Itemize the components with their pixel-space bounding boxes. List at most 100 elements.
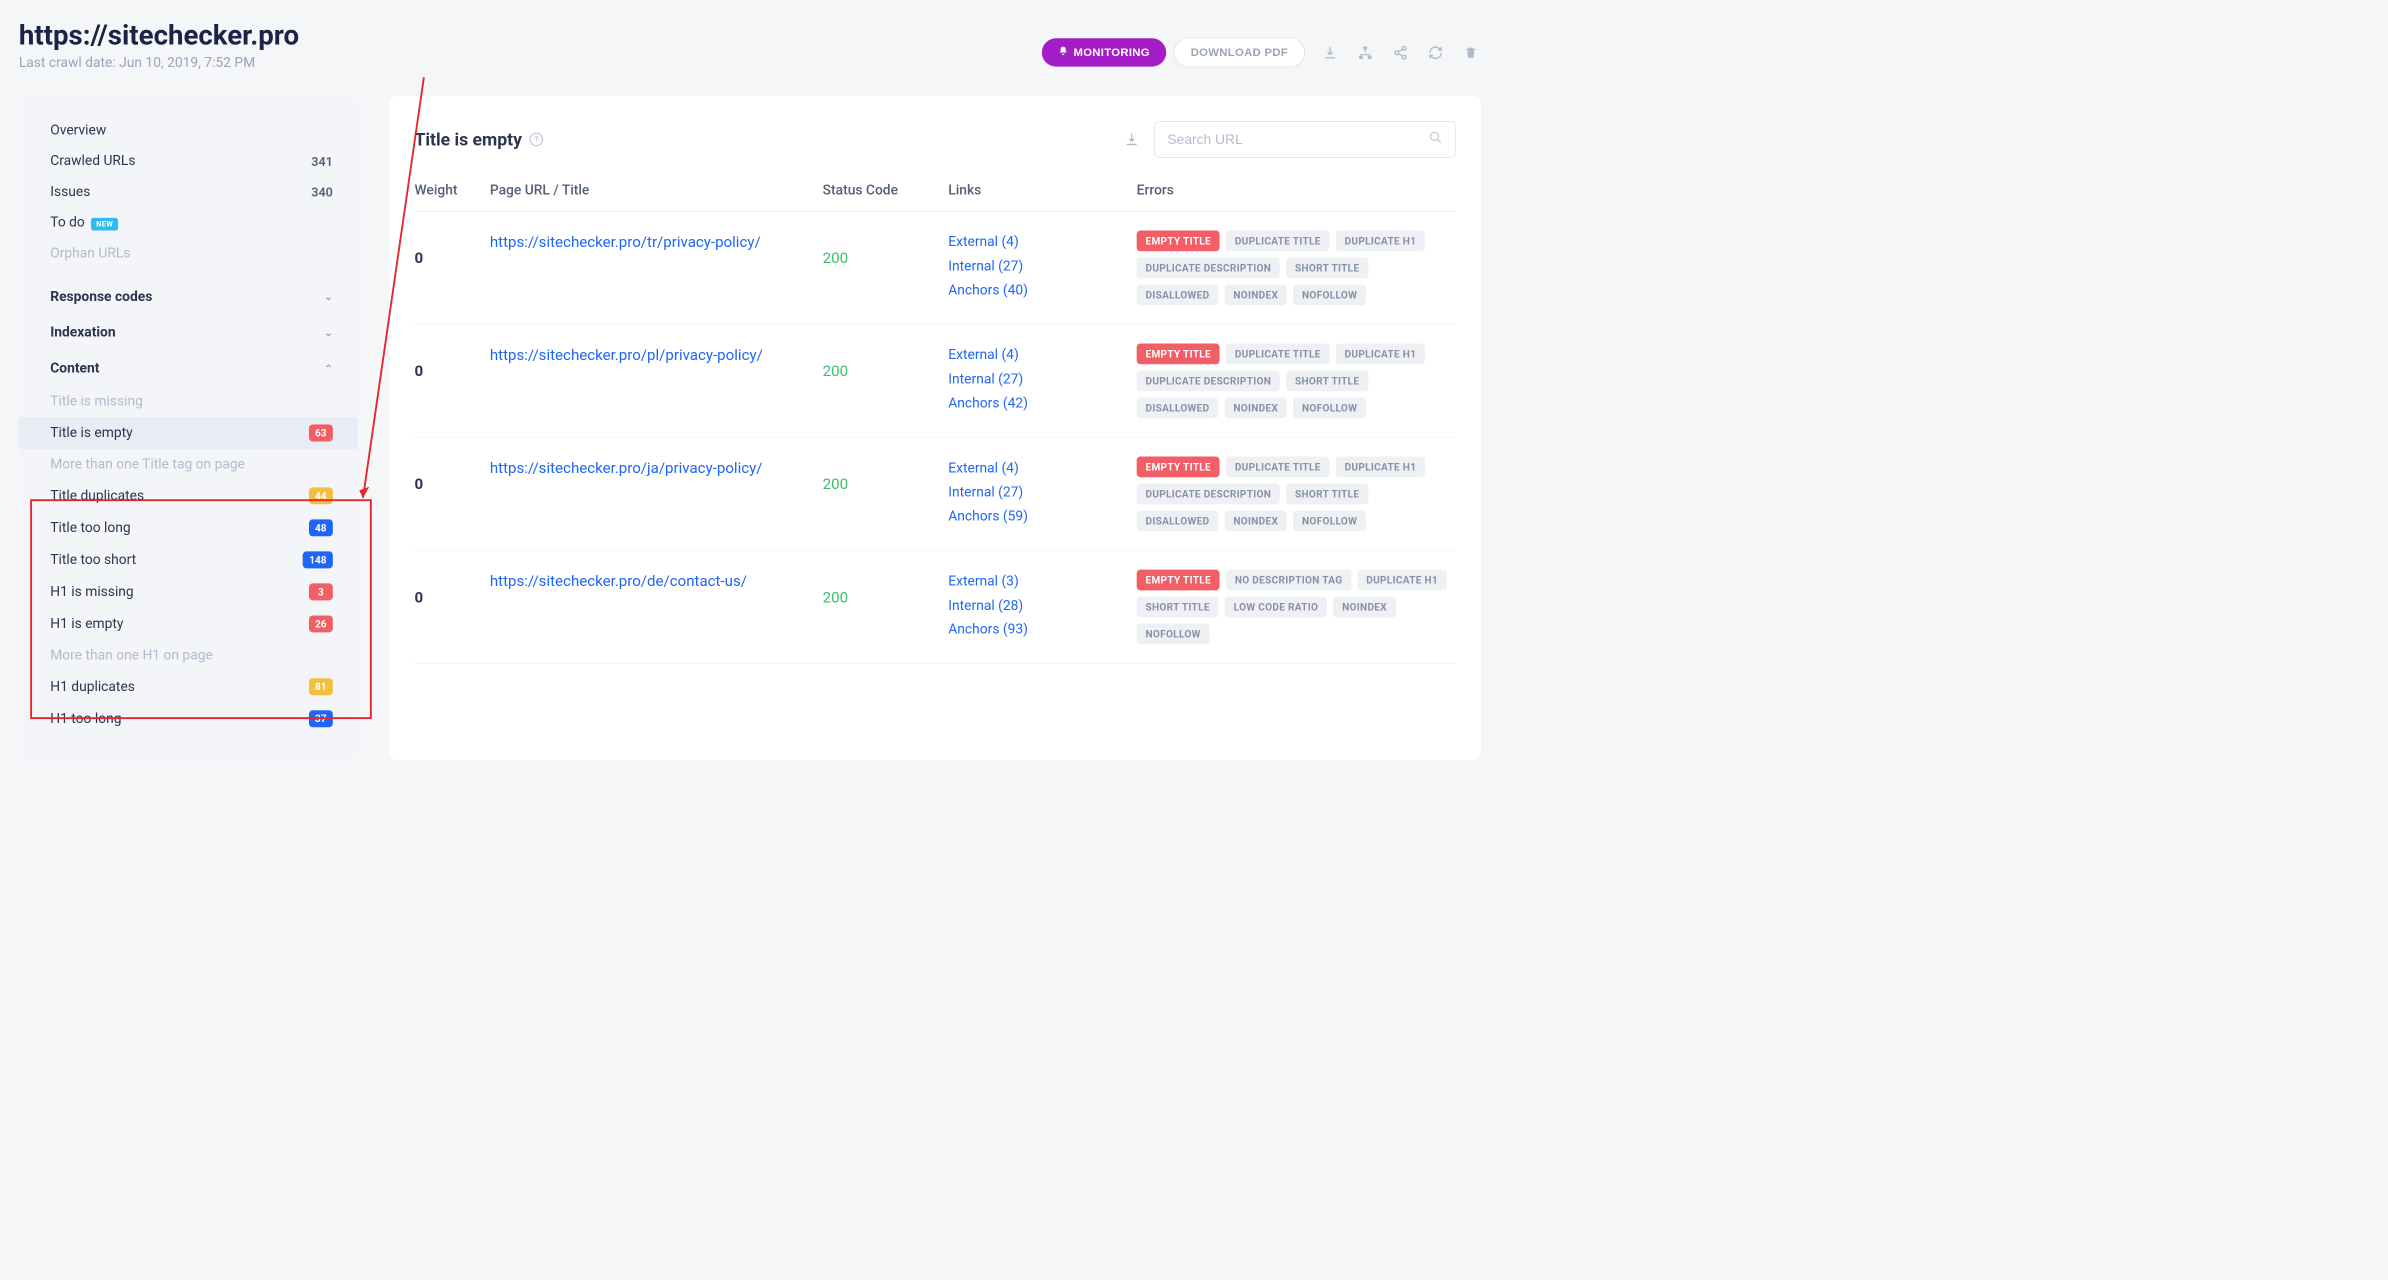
- link-stat[interactable]: Internal (28): [948, 594, 1136, 618]
- col-url: Page URL / Title: [490, 183, 823, 199]
- page-url-link[interactable]: https://sitechecker.pro/tr/privacy-polic…: [490, 230, 761, 253]
- sidebar-content-item[interactable]: Title is empty63: [19, 417, 358, 449]
- page-url-link[interactable]: https://sitechecker.pro/pl/privacy-polic…: [490, 344, 763, 367]
- error-tag[interactable]: DUPLICATE TITLE: [1226, 457, 1329, 478]
- group-label: Indexation: [50, 325, 115, 341]
- sidebar-issues[interactable]: Issues340: [19, 176, 358, 207]
- trash-icon[interactable]: [1461, 42, 1481, 62]
- link-stat[interactable]: Internal (27): [948, 481, 1136, 505]
- page-url-link[interactable]: https://sitechecker.pro/ja/privacy-polic…: [490, 457, 763, 480]
- error-tag[interactable]: DUPLICATE DESCRIPTION: [1137, 484, 1280, 505]
- share-icon[interactable]: [1390, 42, 1410, 62]
- weight-value: 0: [414, 249, 489, 267]
- count-badge: 26: [309, 615, 333, 632]
- download-pdf-button[interactable]: DOWNLOAD PDF: [1174, 38, 1305, 68]
- help-icon[interactable]: ?: [530, 133, 544, 147]
- sidebar-content-item[interactable]: More than one H1 on page: [19, 640, 358, 671]
- col-links: Links: [948, 183, 1136, 199]
- sidebar-content-item[interactable]: Title too long 48: [19, 512, 358, 544]
- error-tag[interactable]: NOFOLLOW: [1293, 511, 1366, 532]
- error-tag[interactable]: DISALLOWED: [1137, 284, 1219, 305]
- export-icon[interactable]: [1122, 129, 1142, 149]
- download-icon[interactable]: [1320, 42, 1340, 62]
- error-tag[interactable]: NOFOLLOW: [1293, 398, 1366, 419]
- sidebar-todo[interactable]: To doNEW: [19, 207, 358, 238]
- sidebar-group-indexation[interactable]: Indexation⌄: [19, 315, 358, 351]
- error-tag[interactable]: EMPTY TITLE: [1137, 570, 1220, 591]
- error-tag[interactable]: DUPLICATE H1: [1357, 570, 1446, 591]
- sidebar-group-response-codes[interactable]: Response codes⌄: [19, 279, 358, 315]
- sidebar-content-item[interactable]: More than one Title tag on page: [19, 449, 358, 480]
- error-tag[interactable]: DUPLICATE TITLE: [1226, 344, 1329, 365]
- sidebar-content-item[interactable]: H1 is missing3: [19, 576, 358, 608]
- link-stat[interactable]: Internal (27): [948, 255, 1136, 279]
- search-input[interactable]: [1167, 131, 1428, 147]
- error-tag[interactable]: DUPLICATE H1: [1336, 344, 1425, 365]
- sidebar-content-item[interactable]: Title is missing: [19, 386, 358, 417]
- page-title: https://sitechecker.pro: [19, 19, 299, 52]
- error-tag[interactable]: EMPTY TITLE: [1137, 457, 1220, 478]
- sidebar-item-label: Title is missing: [50, 394, 143, 410]
- refresh-icon[interactable]: [1426, 42, 1446, 62]
- error-tag[interactable]: DUPLICATE H1: [1336, 230, 1425, 251]
- sidebar-item-label: H1 duplicates: [50, 679, 135, 695]
- count-badge: 148: [303, 551, 333, 568]
- link-stat[interactable]: Anchors (40): [948, 279, 1136, 303]
- link-stat[interactable]: External (3): [948, 570, 1136, 594]
- sidebar-content-item[interactable]: Title duplicates44: [19, 480, 358, 512]
- sidebar-content-item[interactable]: H1 too long37: [19, 703, 358, 735]
- sidebar-crawled-urls[interactable]: Crawled URLs 341: [19, 146, 358, 177]
- count-badge: 37: [309, 710, 333, 727]
- status-code: 200: [823, 475, 949, 493]
- link-stat[interactable]: Anchors (42): [948, 392, 1136, 416]
- error-tag[interactable]: DUPLICATE DESCRIPTION: [1137, 371, 1280, 392]
- link-stat[interactable]: External (4): [948, 230, 1136, 254]
- sidebar-orphan-urls[interactable]: Orphan URLs: [19, 238, 358, 269]
- count-badge: 81: [309, 678, 333, 695]
- error-tag[interactable]: SHORT TITLE: [1286, 257, 1368, 278]
- error-tag[interactable]: SHORT TITLE: [1137, 597, 1219, 618]
- error-tag[interactable]: DUPLICATE DESCRIPTION: [1137, 257, 1280, 278]
- error-tag[interactable]: NOINDEX: [1333, 597, 1395, 618]
- error-tag[interactable]: NOINDEX: [1225, 511, 1287, 532]
- sidebar-content-item[interactable]: H1 is empty26: [19, 608, 358, 640]
- sitemap-icon[interactable]: [1355, 42, 1375, 62]
- link-stat[interactable]: Anchors (59): [948, 505, 1136, 529]
- sidebar-content-item[interactable]: H1 duplicates 81: [19, 671, 358, 703]
- link-stat[interactable]: External (4): [948, 457, 1136, 481]
- link-stat[interactable]: Internal (27): [948, 368, 1136, 392]
- new-badge: NEW: [91, 218, 118, 231]
- count-badge: 48: [309, 519, 333, 536]
- sidebar-content-item[interactable]: Title too short148: [19, 544, 358, 576]
- sidebar-overview[interactable]: Overview: [19, 115, 358, 146]
- error-tag[interactable]: DISALLOWED: [1137, 511, 1219, 532]
- sidebar-item-label: More than one H1 on page: [50, 647, 213, 663]
- error-tag[interactable]: NOFOLLOW: [1293, 284, 1366, 305]
- bell-icon: [1058, 46, 1068, 59]
- error-tag[interactable]: NOFOLLOW: [1137, 624, 1210, 645]
- table-header: Weight Page URL / Title Status Code Link…: [414, 183, 1455, 212]
- sidebar-item-label: Title duplicates: [50, 488, 144, 504]
- sidebar-count: 341: [311, 154, 333, 169]
- error-tag[interactable]: EMPTY TITLE: [1137, 230, 1220, 251]
- error-tag[interactable]: SHORT TITLE: [1286, 371, 1368, 392]
- error-tag[interactable]: NO DESCRIPTION TAG: [1226, 570, 1351, 591]
- sidebar-group-content[interactable]: Content⌃: [19, 350, 358, 386]
- error-tag[interactable]: LOW CODE RATIO: [1225, 597, 1327, 618]
- sidebar-label: Overview: [50, 122, 106, 138]
- error-tag[interactable]: NOINDEX: [1225, 398, 1287, 419]
- monitoring-button[interactable]: MONITORING: [1042, 38, 1166, 66]
- sidebar-item-label: Title too long: [50, 520, 130, 536]
- link-stat[interactable]: External (4): [948, 344, 1136, 368]
- error-tag[interactable]: EMPTY TITLE: [1137, 344, 1220, 365]
- error-tag[interactable]: DUPLICATE TITLE: [1226, 230, 1329, 251]
- page-url-link[interactable]: https://sitechecker.pro/de/contact-us/: [490, 570, 747, 593]
- search-box[interactable]: [1154, 121, 1455, 157]
- error-tag[interactable]: DISALLOWED: [1137, 398, 1219, 419]
- error-tag[interactable]: DUPLICATE H1: [1336, 457, 1425, 478]
- error-tag[interactable]: SHORT TITLE: [1286, 484, 1368, 505]
- link-stat[interactable]: Anchors (93): [948, 618, 1136, 642]
- sidebar-label: Issues: [50, 184, 90, 200]
- error-tag[interactable]: NOINDEX: [1225, 284, 1287, 305]
- sidebar-label: Crawled URLs: [50, 153, 135, 169]
